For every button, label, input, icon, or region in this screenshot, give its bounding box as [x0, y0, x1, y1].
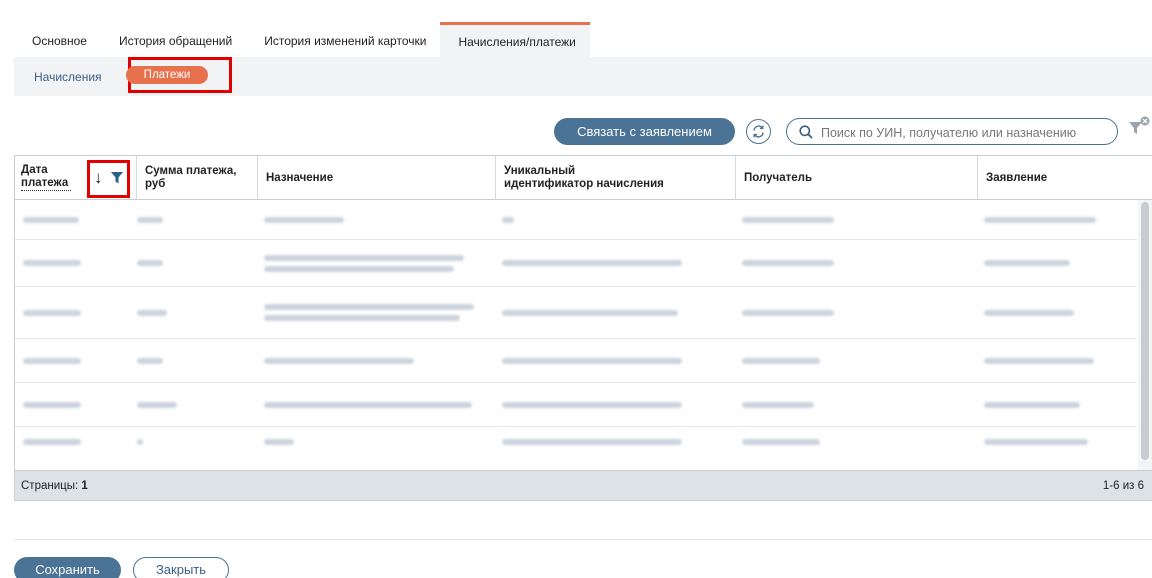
column-label: Сумма платежа, руб	[145, 165, 237, 190]
subtab-charges[interactable]: Начисления	[34, 70, 102, 84]
table-footer: Страницы: 1 1-6 из 6	[15, 470, 1152, 500]
filter-icon[interactable]	[111, 171, 123, 189]
tab-bar: Основное История обращений История измен…	[14, 22, 590, 57]
table-scrollbar[interactable]	[1138, 200, 1152, 470]
refresh-icon[interactable]	[746, 119, 771, 144]
table-row[interactable]	[15, 427, 1137, 457]
scrollbar-thumb[interactable]	[1141, 202, 1149, 460]
link-to-application-button[interactable]: Связать с заявлением	[554, 118, 735, 145]
records-count: 1-6 из 6	[1102, 480, 1144, 492]
sort-arrow-icon[interactable]: ↓	[94, 168, 103, 188]
table-row[interactable]	[15, 383, 1137, 427]
table-body	[15, 200, 1137, 457]
column-header-uin[interactable]: Уникальный идентификатор начисления	[496, 156, 736, 200]
column-label: Уникальный идентификатор начисления	[504, 165, 664, 190]
column-label: Заявление	[986, 171, 1048, 184]
search-icon	[799, 125, 813, 139]
filter-clear-icon[interactable]	[1128, 116, 1152, 143]
table-header: Дата платежа ↓ Сумма платежа, руб Назнач…	[15, 156, 1152, 200]
search-field[interactable]	[786, 118, 1118, 145]
column-label: Назначение	[266, 171, 334, 184]
table-row[interactable]	[15, 200, 1137, 240]
tab-requests-history[interactable]: История обращений	[101, 22, 246, 57]
page-link[interactable]: 1	[81, 480, 87, 492]
pages-label: Страницы:	[21, 480, 79, 492]
table-row[interactable]	[15, 287, 1137, 339]
table-row[interactable]	[15, 240, 1137, 287]
subtab-payments[interactable]: Платежи	[126, 66, 208, 84]
table-row[interactable]	[15, 339, 1137, 383]
tab-card-changes-history[interactable]: История изменений карточки	[246, 22, 440, 57]
column-label: Получатель	[744, 171, 813, 184]
column-header-amount[interactable]: Сумма платежа, руб	[137, 156, 258, 200]
column-label: Дата платежа	[21, 164, 71, 191]
save-button[interactable]: Сохранить	[14, 557, 121, 578]
column-header-application[interactable]: Заявление	[978, 156, 1152, 200]
column-header-recipient[interactable]: Получатель	[736, 156, 978, 200]
close-button[interactable]: Закрыть	[133, 557, 229, 578]
payments-table: Дата платежа ↓ Сумма платежа, руб Назнач…	[14, 155, 1152, 501]
payments-card-page: Основное История обращений История измен…	[0, 0, 1152, 578]
search-input[interactable]	[821, 124, 1113, 141]
tab-main[interactable]: Основное	[14, 22, 101, 57]
column-header-purpose[interactable]: Назначение	[258, 156, 496, 200]
divider	[14, 539, 1152, 540]
tab-charges-payments[interactable]: Начисления/платежи	[440, 22, 590, 57]
subtab-bar: Начисления Платежи	[14, 57, 1152, 96]
pages-indicator: Страницы: 1	[21, 480, 88, 492]
